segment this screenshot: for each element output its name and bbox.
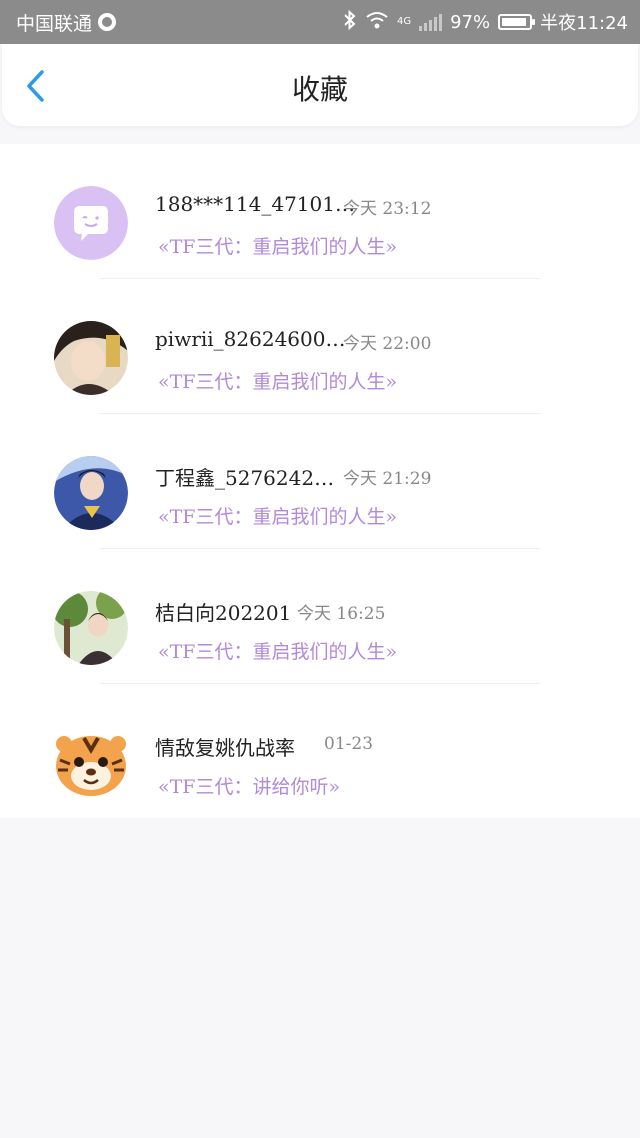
book-title-link[interactable]: «TF三代：重启我们的人生» xyxy=(158,502,397,529)
header: 收藏 xyxy=(2,44,638,126)
carrier-label: 中国联通 xyxy=(16,12,93,35)
item-name: 桔白向202201 xyxy=(155,601,292,625)
item-time: 今天 22:00 xyxy=(343,334,432,354)
battery-icon xyxy=(498,14,536,30)
battery-percent: 97% xyxy=(450,11,491,33)
list-item[interactable]: 桔白向202201 今天 16:25 «TF三代：重启我们的人生» xyxy=(0,549,640,684)
status-bar: 中国联通 4G 97% 半夜11:24 xyxy=(0,0,640,44)
page-title: 收藏 xyxy=(291,73,348,106)
list-item[interactable]: piwrii_82624600… 今天 22:00 «TF三代：重启我们的人生» xyxy=(0,279,640,414)
item-name: 丁程鑫_5276242… xyxy=(155,466,335,490)
favorites-list: 188***114_47101… 今天 23:12 «TF三代：重启我们的人生»… xyxy=(0,144,640,818)
item-name: piwrii_82624600… xyxy=(155,327,346,351)
list-item[interactable]: 188***114_47101… 今天 23:12 «TF三代：重启我们的人生» xyxy=(0,144,640,279)
user-photo-avatar xyxy=(54,456,128,530)
tiger-avatar xyxy=(54,726,128,800)
chat-bubble-avatar xyxy=(54,186,128,260)
book-title-link[interactable]: «TF三代：重启我们的人生» xyxy=(158,232,397,259)
book-title-link[interactable]: «TF三代：讲给你听» xyxy=(158,772,340,799)
list-item[interactable]: 丁程鑫_5276242… 今天 21:29 «TF三代：重启我们的人生» xyxy=(0,414,640,549)
network-label: 4G xyxy=(396,16,412,27)
wifi-icon xyxy=(365,11,389,34)
item-time: 今天 23:12 xyxy=(343,199,432,219)
list-item[interactable]: 情敌复姚仇战率 01-23 «TF三代：讲给你听» xyxy=(0,684,640,819)
clock: 半夜11:24 xyxy=(540,13,628,34)
item-name: 188***114_47101… xyxy=(155,192,355,216)
book-title-link[interactable]: «TF三代：重启我们的人生» xyxy=(158,367,397,394)
item-time: 今天 16:25 xyxy=(297,604,386,624)
item-time: 01-23 xyxy=(324,734,374,754)
globe-icon xyxy=(98,13,117,31)
user-photo-avatar xyxy=(54,591,128,665)
user-photo-avatar xyxy=(54,321,128,395)
bluetooth-icon xyxy=(343,9,357,35)
signal-icon xyxy=(419,13,443,31)
book-title-link[interactable]: «TF三代：重启我们的人生» xyxy=(158,637,397,664)
item-time: 今天 21:29 xyxy=(343,469,432,489)
item-name: 情敌复姚仇战率 xyxy=(155,736,295,760)
